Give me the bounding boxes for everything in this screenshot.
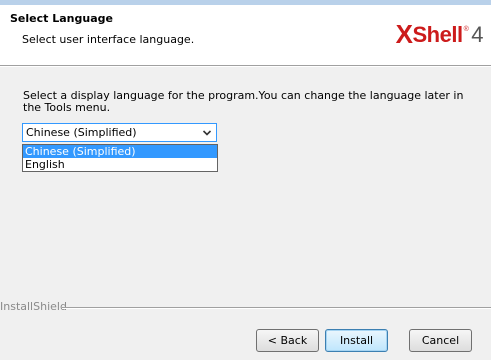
chevron-down-icon[interactable] (202, 127, 212, 139)
header-panel: Select Language Select user interface la… (0, 5, 491, 65)
page-title: Select Language (10, 12, 113, 25)
logo-x: X (395, 19, 413, 49)
language-select-value: Chinese (Simplified) (26, 126, 137, 139)
header-divider-highlight (0, 66, 491, 67)
footer-divider-highlight (62, 308, 491, 309)
install-button[interactable]: Install (325, 329, 388, 352)
back-button[interactable]: < Back (256, 329, 319, 352)
language-option-chinese-simplified[interactable]: Chinese (Simplified) (23, 145, 217, 158)
language-select[interactable]: Chinese (Simplified) (22, 123, 217, 142)
language-option-english[interactable]: English (23, 158, 217, 171)
logo-registered-mark: ® (463, 26, 469, 33)
page-subtitle: Select user interface language. (22, 33, 195, 46)
installshield-label: InstallShield (0, 300, 67, 313)
logo-shell: Shell (412, 22, 464, 47)
instruction-text: Select a display language for the progra… (23, 89, 464, 114)
cancel-button[interactable]: Cancel (409, 329, 472, 352)
logo-version: 4 (471, 22, 483, 47)
xshell-logo: X Shell ® 4 (395, 19, 484, 59)
language-dropdown-list: Chinese (Simplified) English (22, 144, 218, 172)
installer-dialog: Select Language Select user interface la… (0, 0, 491, 360)
